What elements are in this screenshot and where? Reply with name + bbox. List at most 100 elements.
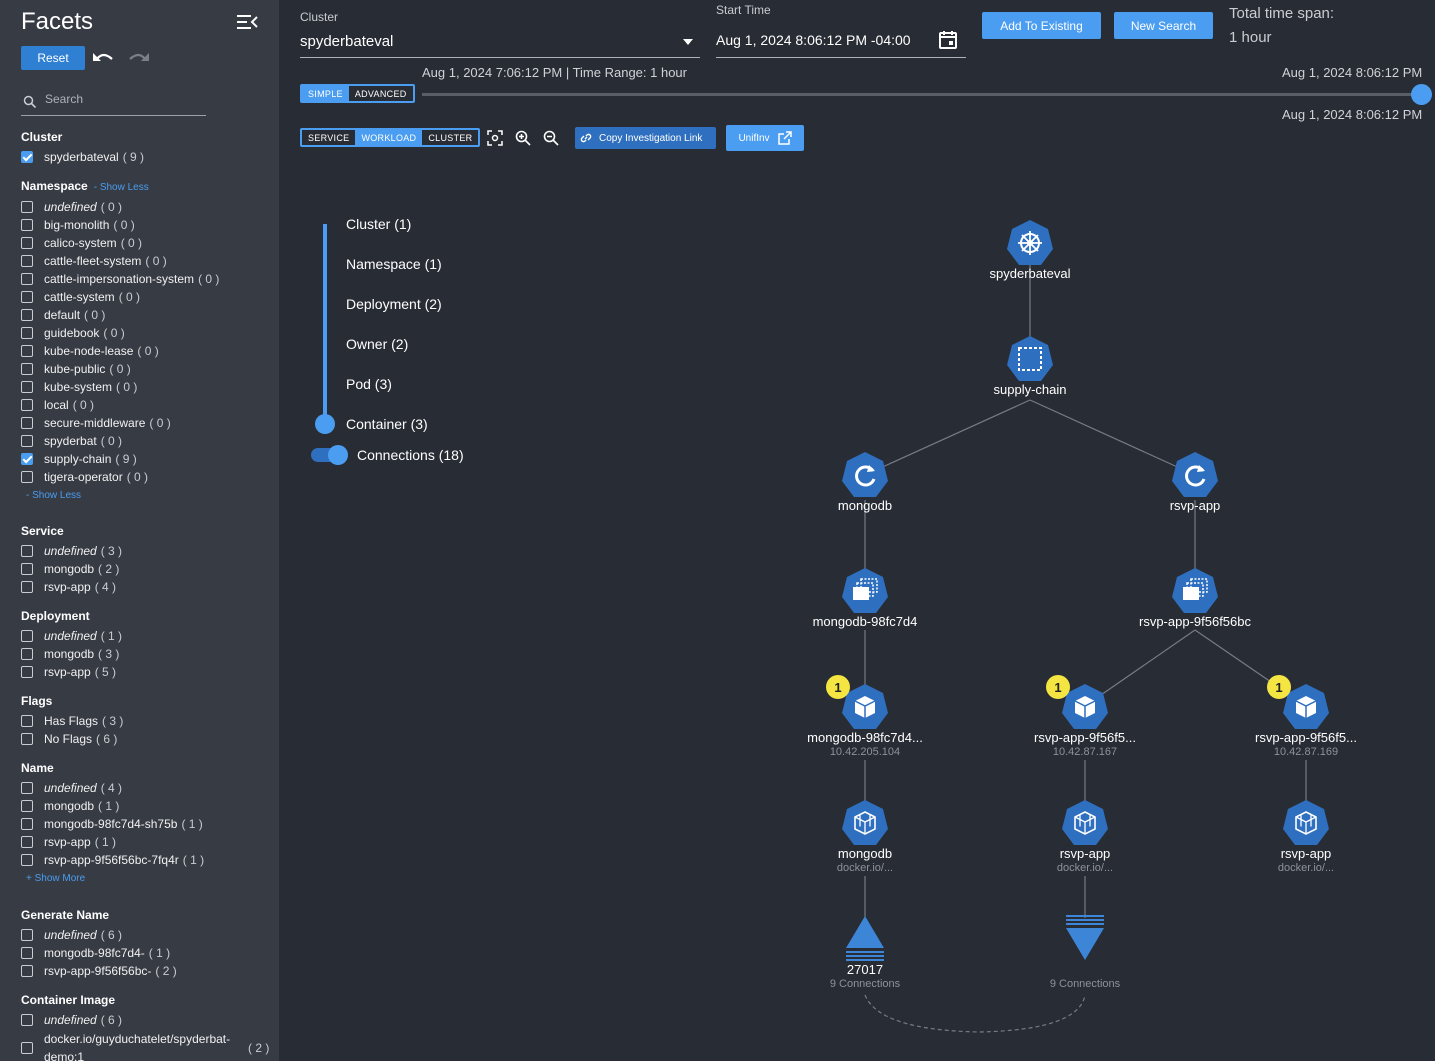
facet-option-namespace[interactable]: big-monolith( 0 ) xyxy=(21,216,135,234)
facet-search-input[interactable]: Search xyxy=(21,88,206,116)
checkbox[interactable] xyxy=(21,327,33,339)
facet-option-label: undefined xyxy=(44,928,97,942)
deployment-node-rsvp-app[interactable] xyxy=(1171,451,1219,499)
facet-option-namespace[interactable]: supply-chain( 9 ) xyxy=(21,450,137,468)
checkbox[interactable] xyxy=(21,1042,33,1054)
facet-option-name[interactable]: rsvp-app( 1 ) xyxy=(21,833,116,851)
facet-option-container_image[interactable]: docker.io/guyduchatelet/spyderbat-demo:1… xyxy=(21,1030,269,1061)
container-node-rsvp-app-2[interactable] xyxy=(1282,799,1330,847)
facet-option-namespace[interactable]: calico-system( 0 ) xyxy=(21,234,142,252)
checkbox[interactable] xyxy=(21,630,33,642)
checkbox[interactable] xyxy=(21,545,33,557)
facet-option-count: ( 9 ) xyxy=(115,452,137,466)
facet-option-count: ( 0 ) xyxy=(126,470,149,484)
facet-option-namespace[interactable]: tigera-operator( 0 ) xyxy=(21,468,148,486)
facet-option-label: docker.io/guyduchatelet/spyderbat-demo:1 xyxy=(44,1032,231,1061)
checkbox[interactable] xyxy=(21,291,33,303)
checkbox[interactable] xyxy=(21,417,33,429)
facet-option-generate_name[interactable]: mongodb-98fc7d4-( 1 ) xyxy=(21,944,170,962)
facet-option-deployment[interactable]: mongodb( 3 ) xyxy=(21,645,119,663)
facet-option-namespace[interactable]: spyderbat( 0 ) xyxy=(21,432,122,450)
facet-option-namespace[interactable]: undefined( 0 ) xyxy=(21,198,122,216)
facet-option-namespace[interactable]: cattle-system( 0 ) xyxy=(21,288,140,306)
facet-option-namespace[interactable]: kube-node-lease( 0 ) xyxy=(21,342,159,360)
checkbox[interactable] xyxy=(21,563,33,575)
container-node-rsvp-app-1[interactable] xyxy=(1061,799,1109,847)
flag-badge-pod-mongodb[interactable]: 1 xyxy=(826,675,850,699)
facet-option-container_image[interactable]: undefined( 6 ) xyxy=(21,1011,122,1029)
checkbox[interactable] xyxy=(21,1014,33,1026)
checkbox[interactable] xyxy=(21,782,33,794)
namespace-node-icon[interactable] xyxy=(1006,335,1054,383)
checkbox[interactable] xyxy=(21,818,33,830)
facet-option-generate_name[interactable]: undefined( 6 ) xyxy=(21,926,122,944)
checkbox[interactable] xyxy=(21,363,33,375)
replicaset-node-rsvp-app[interactable] xyxy=(1171,567,1219,615)
checkbox[interactable] xyxy=(21,273,33,285)
checkbox[interactable] xyxy=(21,201,33,213)
facet-option-service[interactable]: mongodb( 2 ) xyxy=(21,560,119,578)
checkbox[interactable] xyxy=(21,929,33,941)
redo-icon[interactable] xyxy=(128,49,150,65)
facet-option-cluster[interactable]: spyderbateval( 9 ) xyxy=(21,148,144,166)
undo-icon[interactable] xyxy=(92,49,114,65)
facet-option-name[interactable]: mongodb-98fc7d4-sh75b( 1 ) xyxy=(21,815,203,833)
checkbox[interactable] xyxy=(21,733,33,745)
checkbox[interactable] xyxy=(21,309,33,321)
cluster-node-icon[interactable] xyxy=(1006,219,1054,267)
deployment-node-mongodb[interactable] xyxy=(841,451,889,499)
namespace-show-less-link[interactable]: - Show Less xyxy=(94,182,149,193)
facet-option-generate_name[interactable]: rsvp-app-9f56f56bc-( 2 ) xyxy=(21,962,177,980)
container-node-mongodb[interactable] xyxy=(841,799,889,847)
checkbox[interactable] xyxy=(21,471,33,483)
facet-option-deployment[interactable]: rsvp-app( 5 ) xyxy=(21,663,116,681)
facet-option-count: ( 9 ) xyxy=(122,150,145,164)
flag-badge-pod-rsvp-2[interactable]: 1 xyxy=(1267,675,1291,699)
outbound-connections-icon[interactable] xyxy=(1065,914,1105,967)
facet-option-service[interactable]: rsvp-app( 4 ) xyxy=(21,578,116,596)
checkbox[interactable] xyxy=(21,648,33,660)
facet-option-label: mongodb xyxy=(44,799,95,813)
facet-option-name[interactable]: rsvp-app-9f56f56bc-7fq4r( 1 ) xyxy=(21,851,204,869)
checkbox[interactable] xyxy=(21,965,33,977)
checkbox[interactable] xyxy=(21,435,33,447)
checkbox[interactable] xyxy=(21,854,33,866)
facet-option-namespace[interactable]: kube-system( 0 ) xyxy=(21,378,137,396)
checkbox[interactable] xyxy=(21,453,33,465)
checkbox[interactable] xyxy=(21,151,33,163)
facet-option-name[interactable]: undefined( 4 ) xyxy=(21,779,122,797)
facet-option-namespace[interactable]: cattle-fleet-system( 0 ) xyxy=(21,252,167,270)
facet-option-namespace[interactable]: default( 0 ) xyxy=(21,306,105,324)
checkbox[interactable] xyxy=(21,219,33,231)
checkbox[interactable] xyxy=(21,581,33,593)
facet-option-deployment[interactable]: undefined( 1 ) xyxy=(21,627,122,645)
name-show-more-link[interactable]: + Show More xyxy=(26,873,85,884)
checkbox[interactable] xyxy=(21,666,33,678)
checkbox[interactable] xyxy=(21,381,33,393)
facet-option-name[interactable]: mongodb( 1 ) xyxy=(21,797,119,815)
facet-option-flags[interactable]: No Flags( 6 ) xyxy=(21,730,117,748)
facet-option-service[interactable]: undefined( 3 ) xyxy=(21,542,122,560)
checkbox[interactable] xyxy=(21,947,33,959)
checkbox[interactable] xyxy=(21,237,33,249)
namespace-show-less_bottom-link[interactable]: - Show Less xyxy=(26,490,81,501)
reset-button[interactable]: Reset xyxy=(21,46,85,70)
facet-option-namespace[interactable]: local( 0 ) xyxy=(21,396,94,414)
checkbox[interactable] xyxy=(21,345,33,357)
checkbox[interactable] xyxy=(21,255,33,267)
checkbox[interactable] xyxy=(21,399,33,411)
facet-option-namespace[interactable]: cattle-impersonation-system( 0 ) xyxy=(21,270,219,288)
flag-badge-pod-rsvp-1[interactable]: 1 xyxy=(1046,675,1070,699)
replicaset-node-mongodb[interactable] xyxy=(841,567,889,615)
facet-option-flags[interactable]: Has Flags( 3 ) xyxy=(21,712,123,730)
checkbox[interactable] xyxy=(21,715,33,727)
facet-option-namespace[interactable]: secure-middleware( 0 ) xyxy=(21,414,171,432)
checkbox[interactable] xyxy=(21,800,33,812)
facet-option-namespace[interactable]: kube-public( 0 ) xyxy=(21,360,131,378)
checkbox[interactable] xyxy=(21,836,33,848)
collapse-menu-icon[interactable] xyxy=(236,14,258,30)
facet-option-namespace[interactable]: guidebook( 0 ) xyxy=(21,324,125,342)
facet-option-label: mongodb-98fc7d4-sh75b xyxy=(44,817,178,831)
facet-option-label: undefined xyxy=(44,200,97,214)
inbound-connections-icon[interactable] xyxy=(845,914,885,967)
